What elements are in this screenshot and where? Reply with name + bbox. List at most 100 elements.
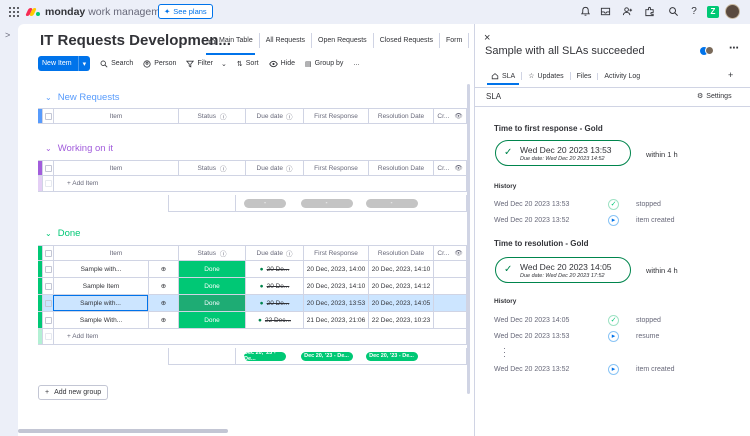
item-name[interactable]: Sample with... [53, 295, 148, 311]
column-due-date[interactable]: Due date ⓘ [245, 161, 303, 175]
new-item-button[interactable]: New Item ▾ [38, 56, 91, 71]
settings-button[interactable]: ⚙ Settings [697, 92, 732, 101]
add-update-icon[interactable]: ⊕ [148, 261, 178, 277]
due-date-cell[interactable]: ● 20 De... [245, 261, 303, 277]
due-date-cell[interactable]: ● 22 Dec... [245, 312, 303, 328]
close-icon[interactable]: × [484, 32, 490, 44]
tab-form[interactable]: Form [440, 33, 470, 48]
item-name[interactable]: Sample Item [53, 278, 148, 294]
created-cell[interactable] [433, 278, 466, 294]
filter-button[interactable]: Filter ⌄ [186, 60, 227, 68]
first-response-cell[interactable]: 20 Dec, 2023, 14:00 [303, 261, 368, 277]
select-all-checkbox[interactable] [42, 109, 53, 123]
column-resolution-date[interactable]: Resolution Date [368, 161, 433, 175]
chevron-down-icon[interactable]: ⌄ [45, 229, 52, 238]
add-item-input[interactable]: + Add Item [53, 329, 178, 344]
column-resolution-date[interactable]: Resolution Date [368, 246, 433, 260]
add-update-icon[interactable]: ⊕ [148, 278, 178, 294]
tab-all-requests[interactable]: All Requests [260, 33, 313, 48]
table-row-selected[interactable]: Sample with... ⊕ Done ● 20 De... 20 Dec, … [38, 295, 467, 312]
add-new-group-button[interactable]: + Add new group [38, 385, 109, 400]
column-status[interactable]: Status ⓘ [178, 161, 245, 175]
add-item-row[interactable]: + Add Item [38, 329, 467, 345]
row-checkbox[interactable] [42, 278, 53, 294]
expand-sidebar-icon[interactable]: > [5, 30, 10, 40]
table-row[interactable]: Sample Item ⊕ Done ● 20 De... 20 Dec, 202… [38, 278, 467, 295]
search-button[interactable]: Search [100, 60, 133, 68]
item-name[interactable]: Sample With... [53, 312, 148, 328]
resolution-date-cell[interactable]: 20 Dec, 2023, 14:12 [368, 278, 433, 294]
column-due-date[interactable]: Due date ⓘ [245, 246, 303, 260]
subscribers-avatars[interactable] [700, 46, 714, 56]
tab-updates[interactable]: ☆ Updates [522, 72, 571, 80]
group-title[interactable]: Working on it [58, 143, 113, 154]
column-first-response[interactable]: First Response [303, 246, 368, 260]
group-working-on-it[interactable]: ⌄ Working on it [45, 143, 113, 154]
bell-icon[interactable] [579, 6, 591, 18]
column-created[interactable]: Cr... 👁︎ [433, 161, 466, 175]
table-row[interactable]: Sample With... ⊕ Done ● 22 Dec... 21 Dec,… [38, 312, 467, 329]
status-cell[interactable]: Done [178, 278, 245, 294]
tab-sla[interactable]: SLA [485, 72, 523, 85]
person-filter-button[interactable]: Person [143, 59, 176, 68]
tab-closed-requests[interactable]: Closed Requests [374, 33, 440, 48]
column-item[interactable]: Item [53, 109, 178, 123]
group-title[interactable]: Done [58, 228, 81, 239]
resolution-date-cell[interactable]: 20 Dec, 2023, 14:10 [368, 261, 433, 277]
item-name[interactable]: Sample with... [53, 261, 148, 277]
add-item-input[interactable]: + Add Item [53, 176, 178, 191]
column-created[interactable]: Cr... 👁︎ [433, 109, 466, 123]
due-date-cell[interactable]: ● 20 De... [245, 295, 303, 311]
status-cell[interactable]: Done [178, 261, 245, 277]
column-item[interactable]: Item [53, 246, 178, 260]
created-cell[interactable] [433, 312, 466, 328]
inbox-icon[interactable] [599, 6, 611, 18]
hide-button[interactable]: Hide [268, 60, 295, 68]
select-all-checkbox[interactable] [42, 246, 53, 260]
column-first-response[interactable]: First Response [303, 161, 368, 175]
chevron-down-icon[interactable]: ⌄ [45, 144, 52, 153]
user-avatar[interactable] [725, 4, 740, 19]
group-done[interactable]: ⌄ Done [45, 228, 80, 239]
apps-marketplace-icon[interactable] [643, 6, 655, 18]
add-view-icon[interactable]: + [728, 70, 733, 80]
item-title[interactable]: Sample with all SLAs succeeded [485, 45, 645, 57]
resolution-date-cell[interactable]: 22 Dec, 2023, 10:23 [368, 312, 433, 328]
first-response-cell[interactable]: 20 Dec, 2023, 13:53 [303, 295, 368, 311]
chevron-down-icon[interactable]: ⌄ [45, 93, 52, 102]
column-resolution-date[interactable]: Resolution Date [368, 109, 433, 123]
due-date-cell[interactable]: ● 20 De... [245, 278, 303, 294]
see-plans-button[interactable]: ✦ See plans [158, 4, 213, 19]
column-status[interactable]: Status ⓘ [178, 246, 245, 260]
column-status[interactable]: Status ⓘ [178, 109, 245, 123]
add-update-icon[interactable]: ⊕ [148, 312, 178, 328]
resolution-date-cell[interactable]: 20 Dec, 2023, 14:05 [368, 295, 433, 311]
status-cell[interactable]: Done [178, 295, 245, 311]
tab-files[interactable]: Files [571, 72, 599, 80]
search-icon[interactable] [667, 6, 679, 18]
add-update-icon[interactable]: ⊕ [148, 295, 178, 311]
column-first-response[interactable]: First Response [303, 109, 368, 123]
vertical-scrollbar[interactable] [467, 84, 470, 394]
tab-open-requests[interactable]: Open Requests [312, 33, 374, 48]
product-switcher-icon[interactable]: Z [707, 6, 719, 18]
select-all-checkbox[interactable] [42, 161, 53, 175]
group-by-button[interactable]: ▤ Group by [305, 60, 343, 68]
more-entries-icon[interactable]: · · · [503, 344, 506, 361]
row-checkbox[interactable] [42, 261, 53, 277]
more-options-icon[interactable]: ⋯ [729, 43, 739, 54]
group-new-requests[interactable]: ⌄ New Requests [45, 92, 119, 103]
group-title[interactable]: New Requests [58, 92, 120, 103]
more-options-button[interactable]: ... [353, 60, 359, 67]
tab-activity-log[interactable]: Activity Log [598, 73, 646, 80]
column-item[interactable]: Item [53, 161, 178, 175]
row-checkbox[interactable] [42, 295, 53, 311]
status-cell[interactable]: Done [178, 312, 245, 328]
tab-main-table[interactable]: Main Table [202, 33, 260, 55]
created-cell[interactable] [433, 295, 466, 311]
chevron-down-icon[interactable]: ▾ [77, 56, 91, 71]
apps-grid-icon[interactable] [9, 7, 19, 17]
add-item-row[interactable]: + Add Item [38, 176, 467, 192]
created-cell[interactable] [433, 261, 466, 277]
row-checkbox[interactable] [42, 312, 53, 328]
